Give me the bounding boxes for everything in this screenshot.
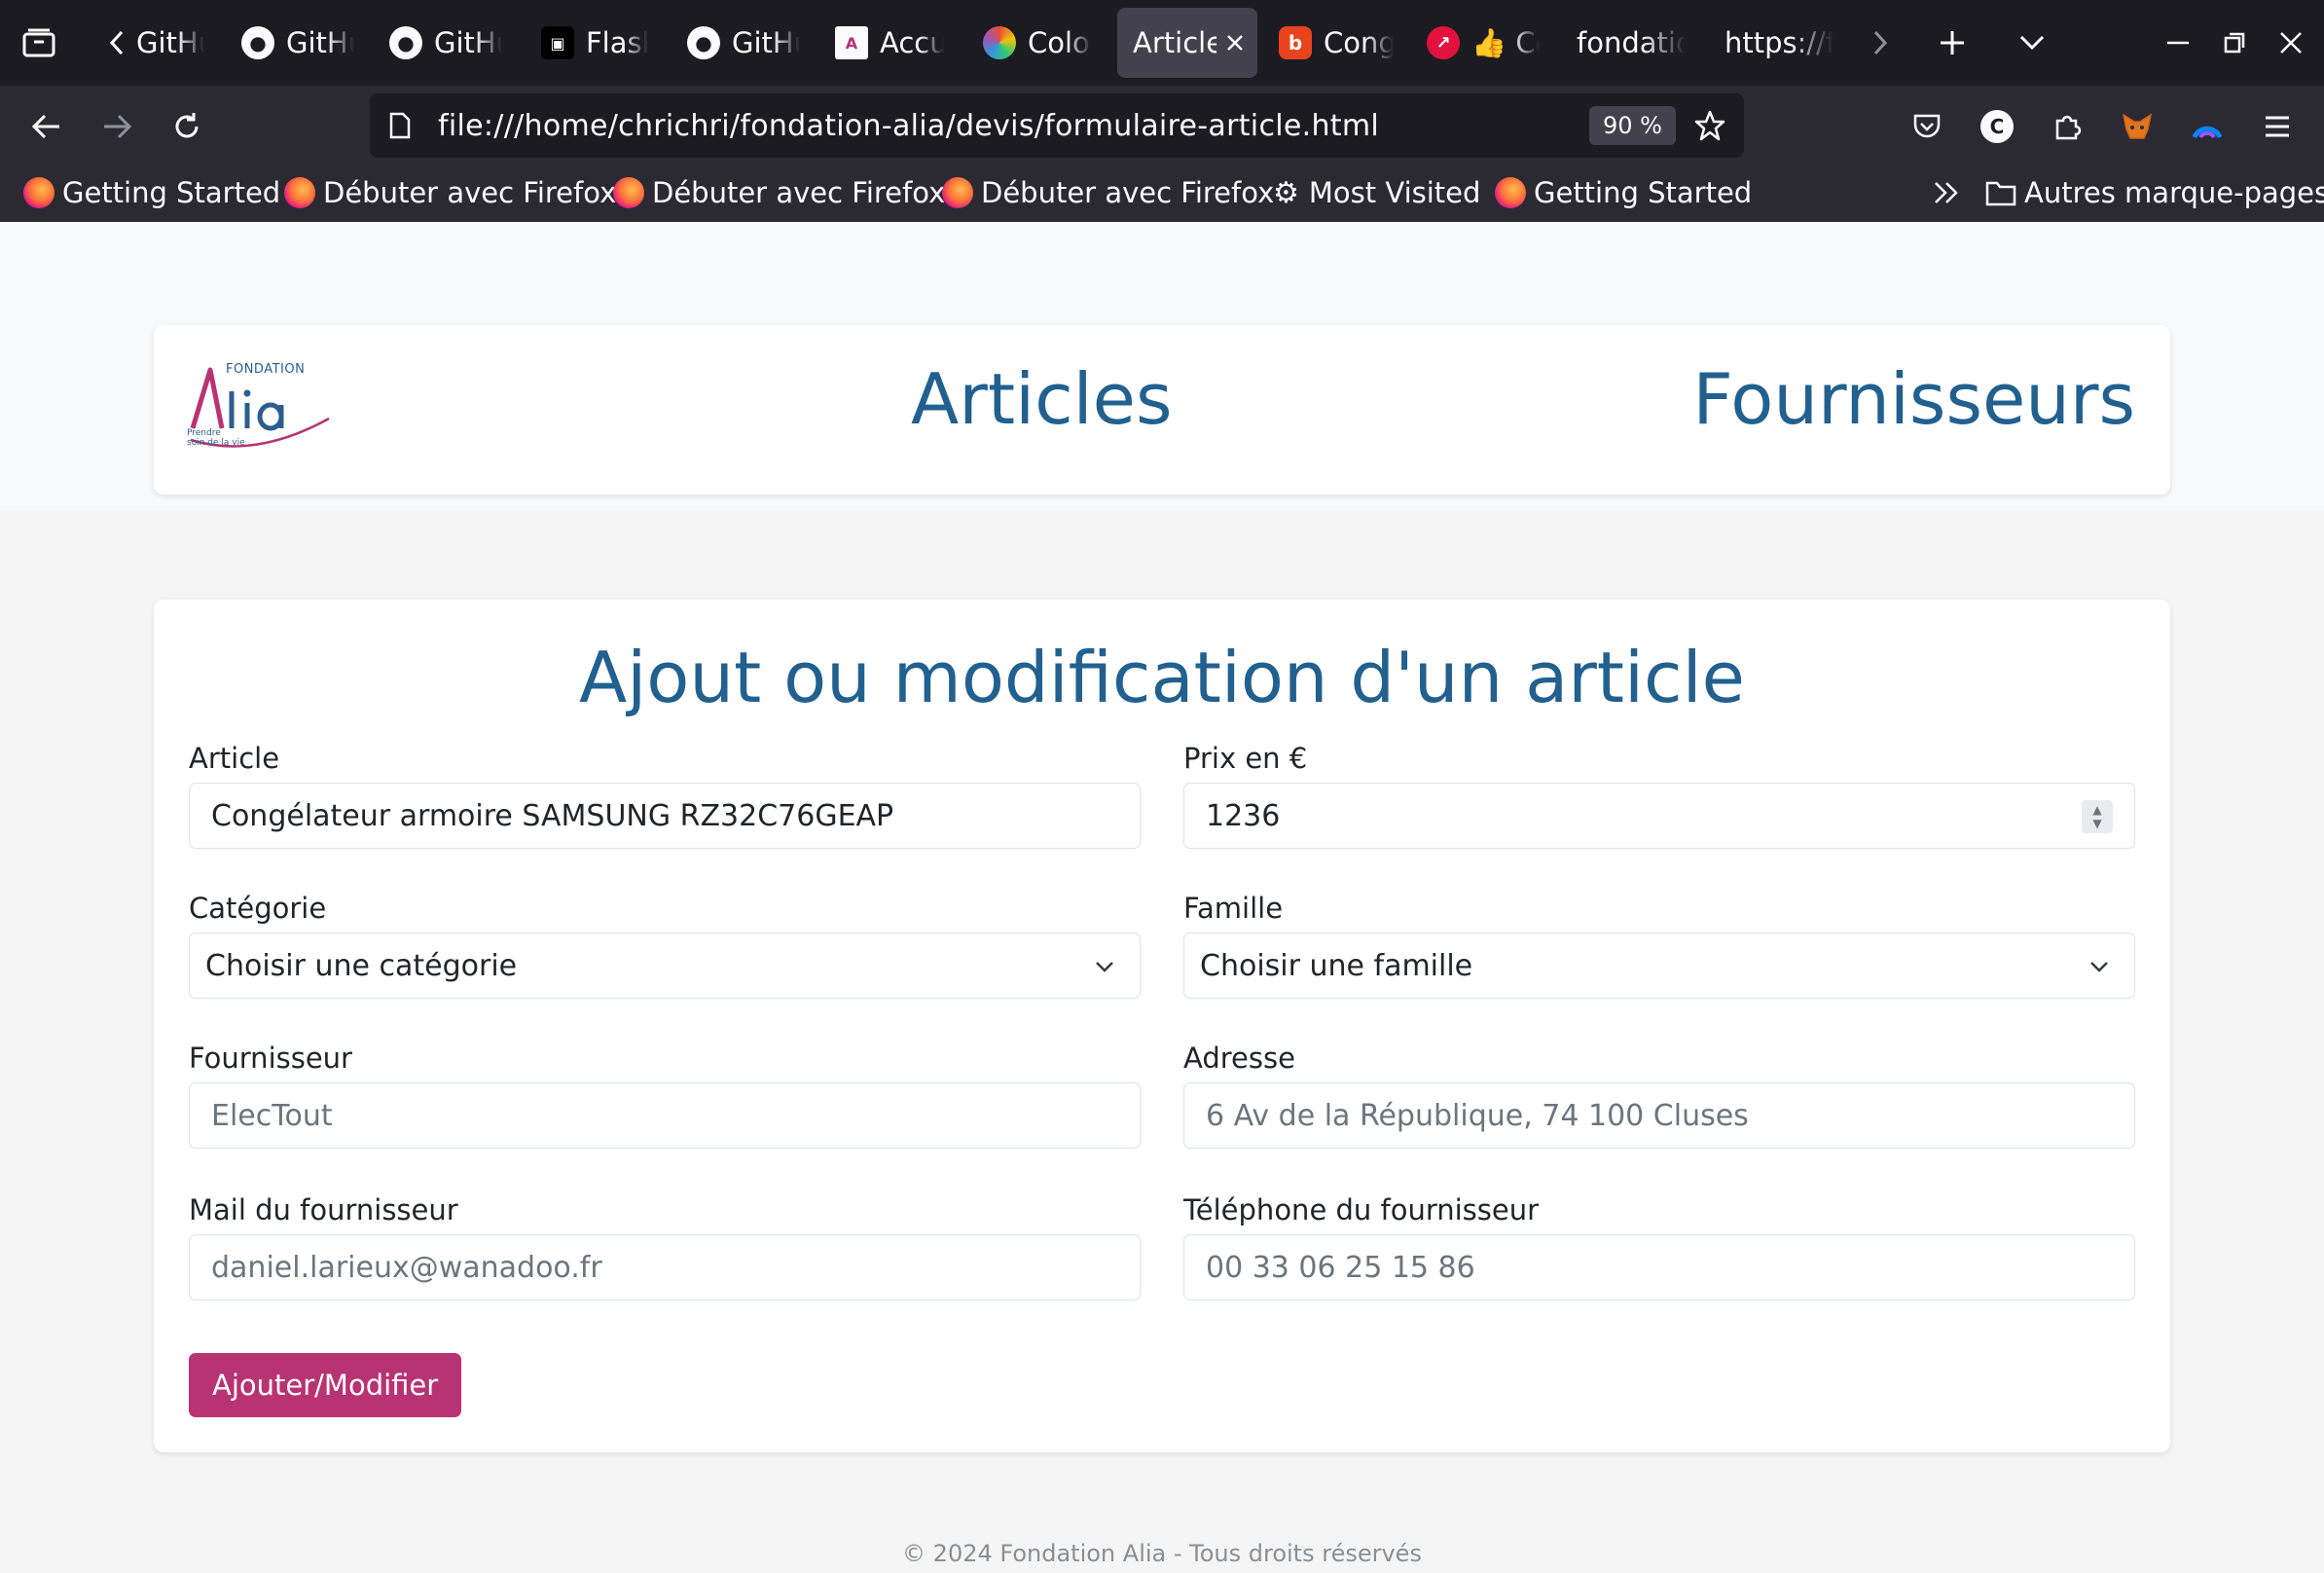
article-input[interactable]: Congélateur armoire SAMSUNG RZ32C76GEAP xyxy=(189,783,1141,849)
telephone-label: Téléphone du fournisseur xyxy=(1183,1193,1540,1226)
tab-bar: GitHub ● GitHub ● GitHub ▣ Flask ● GitHu… xyxy=(0,0,2324,86)
adresse-input[interactable]: 6 Av de la République, 74 100 Cluses xyxy=(1183,1082,2135,1149)
submit-button[interactable]: Ajouter/Modifier xyxy=(189,1353,462,1417)
tab-github-2[interactable]: ● GitHub xyxy=(241,8,358,78)
chevron-down-icon xyxy=(2090,962,2108,972)
bookmark-debuter-firefox-3[interactable]: Débuter avec Firefox xyxy=(942,171,1274,214)
nav-articles-link[interactable]: Articles xyxy=(911,358,1173,440)
bookmark-most-visited[interactable]: ⚙ Most Visited xyxy=(1273,171,1480,214)
restore-icon[interactable] xyxy=(2215,21,2254,64)
flask-icon: ▣ xyxy=(541,26,574,59)
extensions-puzzle-icon[interactable] xyxy=(2040,99,2094,154)
close-tab-icon[interactable] xyxy=(1220,28,1250,57)
pocket-icon[interactable] xyxy=(1900,99,1954,154)
tab-github-1[interactable]: GitHub xyxy=(136,8,214,78)
tab-github-3[interactable]: ● GitHub xyxy=(389,8,506,78)
metamask-fox-icon[interactable] xyxy=(2110,99,2164,154)
navigation-bar: file:///home/chrichri/fondation-alia/dev… xyxy=(0,86,2324,165)
bookmarks-bar: Getting Started Débuter avec Firefox Déb… xyxy=(0,165,2324,222)
folder-icon xyxy=(1985,181,2016,206)
firefox-icon xyxy=(284,177,315,208)
tab-github-4[interactable]: ● GitHub xyxy=(687,8,804,78)
vpn-arc-icon[interactable] xyxy=(2180,99,2234,154)
bookmark-star-icon[interactable] xyxy=(1693,109,1726,150)
fournisseur-label: Fournisseur xyxy=(189,1042,352,1075)
article-form: Ajout ou modification d'un article Artic… xyxy=(154,600,2170,1452)
firefox-icon xyxy=(613,177,644,208)
number-spinner-icon[interactable]: ▲ ▼ xyxy=(2082,800,2113,833)
zoom-level[interactable]: 90 % xyxy=(1589,106,1676,145)
prix-label: Prix en € xyxy=(1183,742,1308,775)
telephone-input[interactable]: 00 33 06 25 15 86 xyxy=(1183,1234,2135,1300)
bookmark-getting-started-2[interactable]: Getting Started xyxy=(1495,171,1752,214)
list-tabs-icon[interactable] xyxy=(2011,21,2053,64)
back-icon[interactable] xyxy=(19,99,74,154)
nav-fournisseurs-link[interactable]: Fournisseurs xyxy=(1692,358,2135,440)
prix-input[interactable]: 1236 ▲ ▼ xyxy=(1183,783,2135,849)
site-header: FONDATION Prendre soin de la vie Article… xyxy=(154,325,2170,494)
tab-article-active[interactable]: Article xyxy=(1117,8,1257,78)
github-icon: ● xyxy=(241,26,274,59)
reload-icon[interactable] xyxy=(160,99,214,154)
menu-hamburger-icon[interactable] xyxy=(2250,99,2305,154)
page-file-icon xyxy=(389,112,411,147)
famille-select[interactable]: Choisir une famille xyxy=(1183,933,2135,999)
tab-accueil[interactable]: A Accueil xyxy=(835,8,944,78)
alia-logo[interactable]: FONDATION Prendre soin de la vie xyxy=(187,362,333,454)
footer-copyright: © 2024 Fondation Alia - Tous droits rése… xyxy=(902,1540,1422,1567)
tab-congelateur[interactable]: b Congélateur xyxy=(1279,8,1396,78)
fournisseur-input[interactable]: ElecTout xyxy=(189,1082,1141,1149)
other-bookmarks-folder[interactable]: Autres marque-pages xyxy=(1985,171,2324,214)
github-icon: ● xyxy=(389,26,422,59)
adresse-label: Adresse xyxy=(1183,1042,1295,1075)
url-text[interactable]: file:///home/chrichri/fondation-alia/dev… xyxy=(438,109,1379,143)
page-content: FONDATION Prendre soin de la vie Article… xyxy=(0,222,2324,1573)
scroll-tabs-right-icon[interactable] xyxy=(1861,21,1900,64)
bookmark-debuter-firefox-1[interactable]: Débuter avec Firefox xyxy=(284,171,616,214)
chevron-down-icon xyxy=(1096,962,1113,972)
mail-label: Mail du fournisseur xyxy=(189,1193,458,1226)
b-icon: b xyxy=(1279,26,1312,59)
url-bar[interactable]: file:///home/chrichri/fondation-alia/dev… xyxy=(370,93,1744,158)
tab-fondation[interactable]: fondation xyxy=(1577,8,1689,78)
minimize-icon[interactable] xyxy=(2159,21,2197,64)
article-label: Article xyxy=(189,742,280,775)
bookmark-getting-started[interactable]: Getting Started xyxy=(23,171,280,214)
tab-co[interactable]: ↗ 👍 Co xyxy=(1427,8,1540,78)
prix-value: 1236 xyxy=(1206,798,1281,833)
tab-overview-icon[interactable] xyxy=(14,21,64,64)
alia-icon: A xyxy=(835,26,868,59)
firefox-icon xyxy=(23,177,54,208)
categorie-select[interactable]: Choisir une catégorie xyxy=(189,933,1141,999)
tab-colors[interactable]: Colors xyxy=(983,8,1092,78)
mail-input[interactable]: daniel.larieux@wanadoo.fr xyxy=(189,1234,1141,1300)
tab-flask[interactable]: ▣ Flask xyxy=(541,8,648,78)
form-title: Ajout ou modification d'un article xyxy=(579,637,1745,718)
categorie-selected: Choisir une catégorie xyxy=(205,948,518,983)
tab-https[interactable]: https://f xyxy=(1725,8,1837,78)
close-window-icon[interactable] xyxy=(2271,21,2310,64)
famille-selected: Choisir une famille xyxy=(1200,948,1473,983)
red-arrow-icon: ↗ xyxy=(1427,26,1460,59)
firefox-icon xyxy=(1495,177,1526,208)
bookmark-debuter-firefox-2[interactable]: Débuter avec Firefox xyxy=(613,171,945,214)
firefox-icon xyxy=(942,177,973,208)
c-extension-icon[interactable]: C xyxy=(1970,99,2024,154)
github-icon: ● xyxy=(687,26,720,59)
more-bookmarks-chevron-icon[interactable] xyxy=(1933,171,1960,214)
gear-icon: ⚙ xyxy=(1273,175,1299,210)
categorie-label: Catégorie xyxy=(189,892,327,925)
forward-icon[interactable] xyxy=(90,99,144,154)
color-wheel-icon xyxy=(983,26,1016,59)
scroll-tabs-left-icon[interactable] xyxy=(97,21,136,64)
new-tab-icon[interactable] xyxy=(1931,21,1974,64)
famille-label: Famille xyxy=(1183,892,1284,925)
